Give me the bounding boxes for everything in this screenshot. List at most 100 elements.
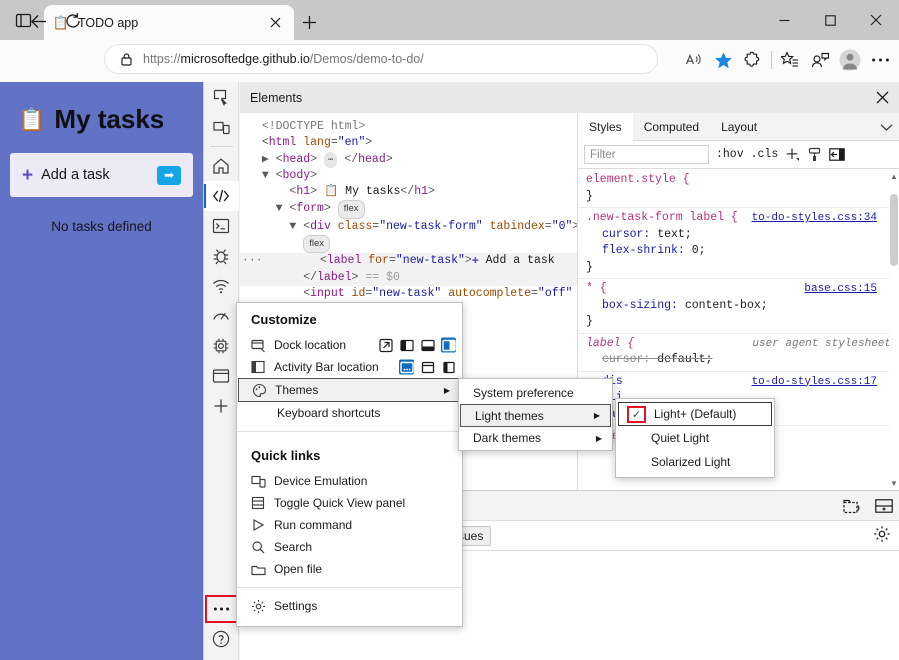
profile-avatar-icon[interactable] [835,46,865,74]
scrollbar-thumb[interactable] [890,194,898,266]
dom-node-line[interactable]: ▼ <div class="new-task-form" tabindex="0… [240,219,577,235]
theme-group-dark-themes[interactable]: Dark themes ▶ [459,427,612,449]
styles-scrollbar[interactable]: ▲ ▼ [889,170,899,490]
menu-item-device-emulation[interactable]: Device Emulation [237,470,462,492]
welcome-home-icon[interactable] [204,151,239,181]
elements-code-icon[interactable] [203,181,239,211]
menu-item-activity-bar-location[interactable]: Activity Bar location [237,356,462,378]
style-declaration[interactable]: cursor: default; [586,352,899,369]
hov-toggle[interactable]: :hov [716,148,744,161]
style-rule[interactable]: label {user agent stylesheet cursor: defa… [578,334,899,372]
dock-to-bottom-icon[interactable] [420,338,435,353]
close-icon[interactable] [869,85,895,110]
favorite-star-icon[interactable] [708,46,738,74]
menu-item-search[interactable]: Search [237,536,462,558]
style-declaration[interactable]: cursor: text; [586,227,899,244]
activity-bar-left-icon[interactable] [441,360,456,375]
browser-toolbar-icons [678,46,895,74]
tab-layout[interactable]: Layout [710,113,768,141]
maximize-icon[interactable] [807,0,853,40]
rule-source-link[interactable]: to-do-styles.css:17 [752,374,877,391]
read-aloud-icon[interactable] [678,46,708,74]
minimize-icon[interactable] [761,0,807,40]
menu-item-settings[interactable]: Settings [237,595,462,617]
dom-node-line[interactable]: <input id="new-task" autocomplete="off" [240,286,577,302]
rule-source-link[interactable]: base.css:15 [804,281,877,298]
plus-icon[interactable] [296,10,322,34]
menu-item-keyboard-shortcuts[interactable]: Keyboard shortcuts [237,402,462,424]
back-arrow-icon[interactable] [26,8,52,34]
sources-debugger-icon[interactable] [204,241,239,271]
dom-node-line[interactable]: <!DOCTYPE html> [240,119,577,135]
activity-bar-top-icon[interactable] [420,360,435,375]
style-rule[interactable]: * {base.css:15 box-sizing: content-box;} [578,279,899,334]
rule-source-link[interactable]: to-do-styles.css:34 [752,210,877,227]
console-icon[interactable] [204,211,239,241]
toolbar-divider [771,51,772,69]
collections-icon[interactable] [775,46,805,74]
compute-styles-icon[interactable] [807,147,822,162]
split-screen-icon[interactable] [805,46,835,74]
menu-item-themes[interactable]: Themes ▶ [238,378,461,402]
toggle-sidebar-icon[interactable] [829,148,846,161]
more-tools-plus-icon[interactable] [204,391,239,421]
dom-node-line[interactable]: ▼ <form> flex [240,200,577,219]
theme-option-solarized-light[interactable]: Solarized Light [616,450,774,474]
style-declaration[interactable]: flex-shrink: 0; [586,243,899,260]
inspect-element-icon[interactable] [204,82,239,112]
themes-submenu[interactable]: System preference Light themes ▶ Dark theme… [458,378,613,451]
address-bar[interactable]: https://microsoftedge.github.io/Demos/de… [104,44,658,74]
network-icon[interactable] [204,271,239,301]
close-icon[interactable] [264,12,286,34]
scroll-up-arrow-icon[interactable]: ▲ [890,172,898,181]
dom-node-line[interactable]: ▼ <body> [240,168,577,184]
style-rule[interactable]: .new-task-form label {to-do-styles.css:3… [578,208,899,279]
tab-computed[interactable]: Computed [633,113,710,141]
theme-group-light-themes[interactable]: Light themes ▶ [460,404,611,427]
url-text: https://microsoftedge.github.io/Demos/de… [143,52,424,66]
application-icon[interactable] [204,361,239,391]
dom-node-line[interactable]: </label> == $0 [240,269,577,286]
scroll-down-arrow-icon[interactable]: ▼ [890,479,898,488]
new-style-rule-plus-icon[interactable] [785,147,800,162]
extensions-icon[interactable] [738,46,768,74]
help-icon[interactable] [204,624,239,654]
cls-toggle[interactable]: .cls [751,148,779,161]
menu-item-dock-location[interactable]: Dock location [237,334,462,356]
customize-more-icon[interactable] [204,594,239,624]
dock-drawer-icon[interactable] [875,499,893,513]
menu-item-run-command[interactable]: Run command [237,514,462,536]
theme-group-label: System preference [473,386,574,400]
dom-node-line[interactable]: ··· <label for="new-task">✚ Add a task [240,253,577,270]
dom-node-line[interactable]: ▶ <head> ⋯ </head> [240,151,577,168]
dock-to-left-icon[interactable] [399,338,414,353]
memory-chip-icon[interactable] [204,331,239,361]
dom-node-line[interactable]: <h1> 📋 My tasks</h1> [240,184,577,200]
chevron-down-icon[interactable] [880,113,893,141]
tab-styles[interactable]: Styles [578,113,633,141]
theme-option-light-default-[interactable]: ✓ Light+ (Default) [618,402,772,426]
undock-into-separate-window-icon[interactable] [378,338,393,353]
style-rule[interactable]: element.style {} [578,170,899,208]
performance-icon[interactable] [204,301,239,331]
settings-more-icon[interactable] [865,46,895,74]
filter-input[interactable]: Filter [584,145,709,164]
activity-bar-horizontal-icon[interactable] [399,359,414,375]
add-task-form[interactable]: + Add a task ➡ [10,153,193,197]
light-themes-submenu[interactable]: ✓ Light+ (Default) Quiet Light Solarized Li… [615,398,775,478]
reload-icon[interactable] [60,8,86,34]
customize-menu[interactable]: Customize Dock location Activity Bar locat… [236,302,463,627]
dom-node-line[interactable]: <html lang="en"> [240,135,577,151]
close-icon[interactable] [853,0,899,40]
menu-item-toggle-quick-view-panel[interactable]: Toggle Quick View panel [237,492,462,514]
gear-icon[interactable] [873,525,891,543]
theme-option-quiet-light[interactable]: Quiet Light [616,426,774,450]
device-emulation-icon[interactable] [204,112,239,142]
dock-to-right-icon[interactable] [441,337,456,353]
style-declaration[interactable]: box-sizing: content-box; [586,298,899,315]
dom-node-line[interactable]: flex [240,235,577,254]
new-console-tab-icon[interactable] [843,499,861,514]
submit-task-icon[interactable]: ➡ [157,165,181,185]
menu-item-open-file[interactable]: Open file [237,558,462,580]
theme-group-system-preference[interactable]: System preference [459,382,612,404]
